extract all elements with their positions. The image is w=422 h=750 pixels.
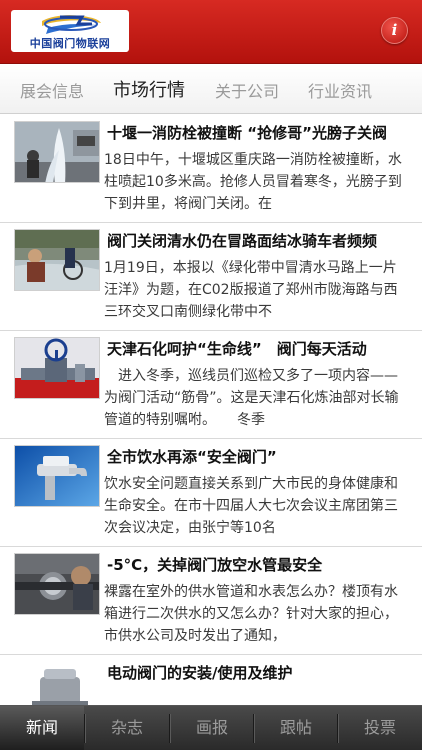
list-item[interactable]: 天津石化呵护“生命线” 阀门每天活动 进入冬季，巡线员们巡检又多了一项内容——为… [0,331,422,439]
article-summary: 进入冬季，巡线员们巡检又多了一项内容——为阀门活动“筋骨”。这是天津石化炼油部对… [104,368,399,428]
water-meter-photo-icon [14,553,100,615]
electric-valve-photo-icon [14,661,100,705]
list-item[interactable]: 电动阀门的安装/使用及维护 [0,655,422,705]
bottom-tab-bar: 新闻 杂志 画报 跟帖 投票 [0,705,422,750]
list-item[interactable]: 全市饮水再添“安全阀门” 饮水安全问题直接关系到广大市民的身体健康和生命安全。在… [0,439,422,547]
article-title: 阀门关闭清水仍在冒路面结冰骑车者频频 [107,232,378,250]
article-title: -5°C，关掉阀门放空水管最安全 [107,556,323,574]
app-header: 中国阀门物联网 i [0,0,422,64]
tab-industry-news[interactable]: 行业资讯 [308,78,372,102]
article-summary: 18日中午，十堰城区重庆路一消防栓被撞断，水柱喷起10多米高。抢修人员冒着寒冬，… [104,152,402,212]
water-fountain-photo-icon [14,121,100,183]
tabbar-pictorial[interactable]: 画报 [170,706,254,750]
valve-photo-icon [14,337,100,399]
tabbar-news[interactable]: 新闻 [0,706,84,750]
brand-logo[interactable]: 中国阀门物联网 [11,10,129,52]
article-summary: 1月19日，本报以《绿化带中冒清水马路上一片汪洋》为题，在C02版报道了郑州市陇… [104,260,398,320]
flooded-road-photo-icon [14,229,100,291]
article-summary: 裸露在室外的供水管道和水表怎么办？楼顶有水箱进行二次供水的又怎么办？针对大家的担… [104,584,398,644]
list-item[interactable]: 十堰一消防栓被撞断 “抢修哥”光膀子关阀 18日中午，十堰城区重庆路一消防栓被撞… [0,115,422,223]
tab-market-quotes[interactable]: 市场行情 [113,76,185,102]
article-title: 天津石化呵护“生命线” 阀门每天活动 [107,340,367,358]
article-title: 全市饮水再添“安全阀门” [107,448,277,466]
tabbar-magazine[interactable]: 杂志 [85,706,169,750]
list-item[interactable]: -5°C，关掉阀门放空水管最安全 裸露在室外的供水管道和水表怎么办？楼顶有水箱进… [0,547,422,655]
article-title: 十堰一消防栓被撞断 “抢修哥”光膀子关阀 [107,124,387,142]
tab-exhibition-info[interactable]: 展会信息 [20,78,84,102]
article-summary: 饮水安全问题直接关系到广大市民的身体健康和生命安全。在市十四届人大七次会议主席团… [104,476,398,536]
logo-mark-icon [42,15,101,34]
tab-about-company[interactable]: 关于公司 [215,78,279,102]
info-button[interactable]: i [381,17,408,44]
article-title: 电动阀门的安装/使用及维护 [107,664,293,682]
tabbar-comments[interactable]: 跟帖 [254,706,338,750]
article-summary [104,689,410,705]
list-item[interactable]: 阀门关闭清水仍在冒路面结冰骑车者频频 1月19日，本报以《绿化带中冒清水马路上一… [0,223,422,331]
article-list: 十堰一消防栓被撞断 “抢修哥”光膀子关阀 18日中午，十堰城区重庆路一消防栓被撞… [0,115,422,705]
logo-text: 中国阀门物联网 [29,37,111,50]
tabbar-vote[interactable]: 投票 [338,706,422,750]
category-tabs: 展会信息 市场行情 关于公司 行业资讯 [0,64,422,114]
faucet-photo-icon [14,445,100,507]
